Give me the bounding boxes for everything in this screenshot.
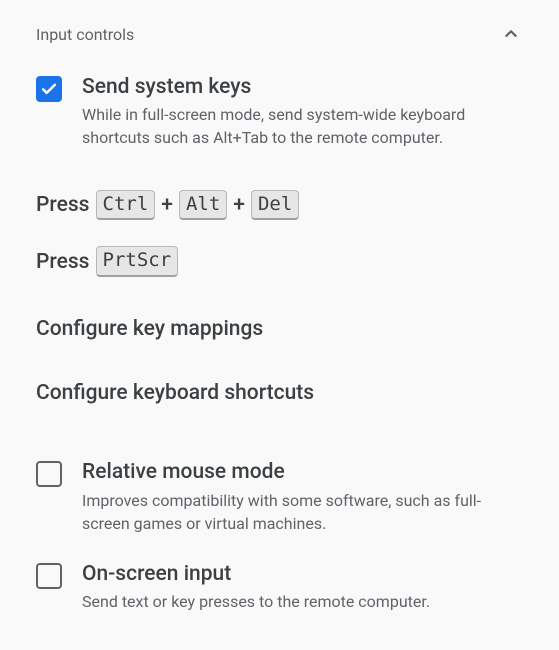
option-onscreen-input[interactable]: On-screen input Send text or key presses… — [36, 561, 523, 613]
option-send-system-keys[interactable]: Send system keys While in full-screen mo… — [36, 74, 523, 150]
press-ctrl-alt-del[interactable]: Press Ctrl + Alt + Del — [36, 190, 523, 221]
plus-icon: + — [161, 193, 173, 217]
option-title: Relative mouse mode — [82, 459, 523, 486]
option-text: Send system keys While in full-screen mo… — [82, 74, 523, 150]
press-label: Press — [36, 193, 90, 217]
option-title: On-screen input — [82, 561, 523, 588]
key-prtscr: PrtScr — [96, 246, 179, 277]
key-ctrl: Ctrl — [96, 190, 156, 221]
input-controls-panel: Input controls Send system keys While in… — [0, 0, 559, 613]
press-prtscr[interactable]: Press PrtScr — [36, 246, 523, 277]
option-text: On-screen input Send text or key presses… — [82, 561, 523, 613]
press-label: Press — [36, 250, 90, 274]
section-title: Input controls — [36, 25, 134, 44]
checkbox-relative-mouse[interactable] — [36, 461, 62, 487]
option-relative-mouse[interactable]: Relative mouse mode Improves compatibili… — [36, 459, 523, 535]
key-del: Del — [251, 190, 299, 221]
configure-key-mappings[interactable]: Configure key mappings — [36, 317, 523, 341]
checkbox-send-system-keys[interactable] — [36, 76, 62, 102]
key-alt: Alt — [179, 190, 227, 221]
option-desc: Send text or key presses to the remote c… — [82, 590, 523, 613]
plus-icon: + — [233, 193, 245, 217]
option-desc: Improves compatibility with some softwar… — [82, 489, 523, 535]
option-text: Relative mouse mode Improves compatibili… — [82, 459, 523, 535]
section-header: Input controls — [36, 22, 523, 46]
checkbox-onscreen-input[interactable] — [36, 563, 62, 589]
chevron-up-icon[interactable] — [499, 22, 523, 46]
option-title: Send system keys — [82, 74, 523, 101]
option-desc: While in full-screen mode, send system-w… — [82, 103, 523, 149]
configure-keyboard-shortcuts[interactable]: Configure keyboard shortcuts — [36, 381, 523, 405]
